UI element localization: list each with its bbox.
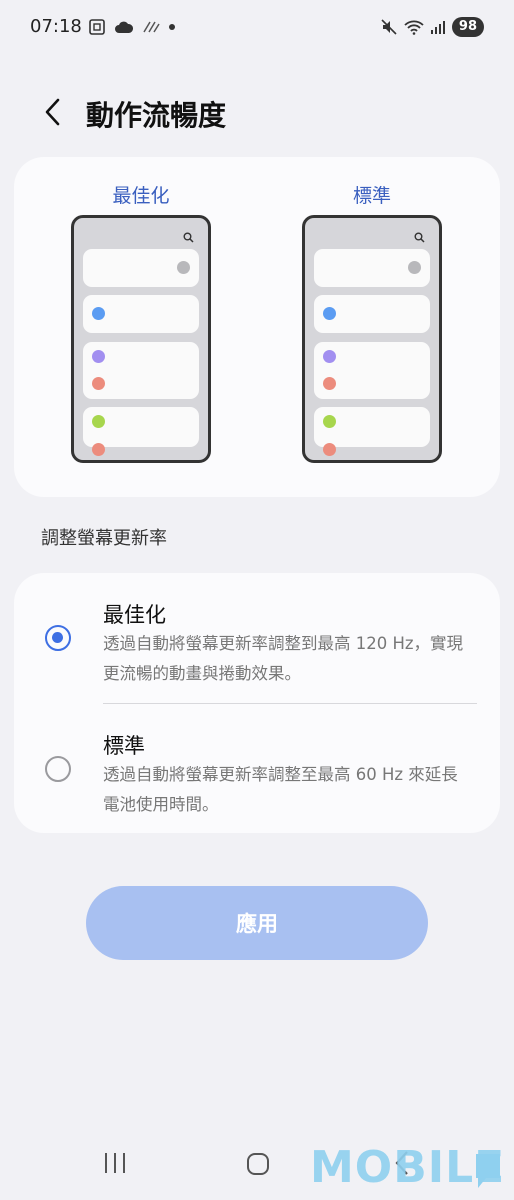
preview-card: 最佳化 標準: [14, 157, 500, 497]
phone-item: [83, 249, 199, 287]
speech-bubble-icon: [476, 1154, 500, 1188]
radio-standard[interactable]: [45, 756, 71, 782]
phone-illustration: [302, 215, 442, 463]
screenshot-icon: [89, 19, 105, 35]
wifi-calling-icon: [143, 21, 160, 33]
notification-dot-icon: [169, 24, 175, 30]
radio-optimized[interactable]: [45, 625, 71, 651]
green-dot: [323, 415, 336, 428]
status-time: 07:18: [30, 16, 82, 37]
back-button[interactable]: [34, 92, 70, 132]
search-icon: [414, 232, 425, 243]
chevron-left-icon: [45, 98, 60, 126]
option-title: 標準: [103, 734, 145, 758]
preview-optimized: 最佳化: [71, 157, 231, 497]
option-standard[interactable]: 標準 透過自動將螢幕更新率調整至最高 60 Hz 來延長電池使用時間。: [14, 704, 500, 833]
purple-dot: [92, 350, 105, 363]
section-label: 調整螢幕更新率: [41, 528, 167, 549]
wifi-icon: [404, 20, 424, 35]
preview-label-standard: 標準: [352, 185, 391, 207]
red-dot: [323, 443, 336, 456]
status-bar: 07:18 98: [0, 0, 514, 60]
refresh-rate-options: 最佳化 透過自動將螢幕更新率調整到最高 120 Hz，實現更流暢的動畫與捲動效果…: [14, 573, 500, 833]
option-description: 透過自動將螢幕更新率調整至最高 60 Hz 來延長電池使用時間。: [103, 765, 458, 814]
cloud-icon: [115, 21, 134, 33]
phone-illustration: [71, 215, 211, 463]
phone-item: [314, 295, 430, 333]
phone-item: [314, 342, 430, 399]
phone-item: [314, 249, 430, 287]
toggle-dot: [177, 261, 190, 274]
phone-item: [314, 407, 430, 456]
preview-standard: 標準: [302, 157, 462, 497]
recents-icon[interactable]: [103, 1152, 127, 1174]
home-icon[interactable]: [246, 1152, 270, 1176]
option-optimized[interactable]: 最佳化 透過自動將螢幕更新率調整到最高 120 Hz，實現更流暢的動畫與捲動效果…: [14, 573, 500, 703]
purple-dot: [323, 350, 336, 363]
search-icon: [183, 232, 194, 243]
status-right: 98: [380, 17, 484, 37]
blue-dot: [92, 307, 105, 320]
phone-item: [83, 407, 199, 456]
toggle-dot: [408, 261, 421, 274]
mute-icon: [381, 19, 397, 35]
page-title: 動作流暢度: [86, 99, 227, 132]
battery-indicator: 98: [451, 17, 484, 37]
option-description: 透過自動將螢幕更新率調整到最高 120 Hz，實現更流暢的動畫與捲動效果。: [103, 634, 464, 683]
blue-dot: [323, 307, 336, 320]
preview-label-optimized: 最佳化: [112, 185, 170, 207]
red-dot: [323, 377, 336, 390]
red-dot: [92, 377, 105, 390]
status-left-icons: [88, 18, 176, 36]
apply-button[interactable]: 應用: [86, 886, 428, 960]
red-dot: [92, 443, 105, 456]
phone-item: [83, 342, 199, 399]
option-title: 最佳化: [103, 603, 166, 627]
phone-item: [83, 295, 199, 333]
green-dot: [92, 415, 105, 428]
signal-icon: [430, 21, 445, 34]
header: 動作流暢度: [0, 80, 514, 150]
